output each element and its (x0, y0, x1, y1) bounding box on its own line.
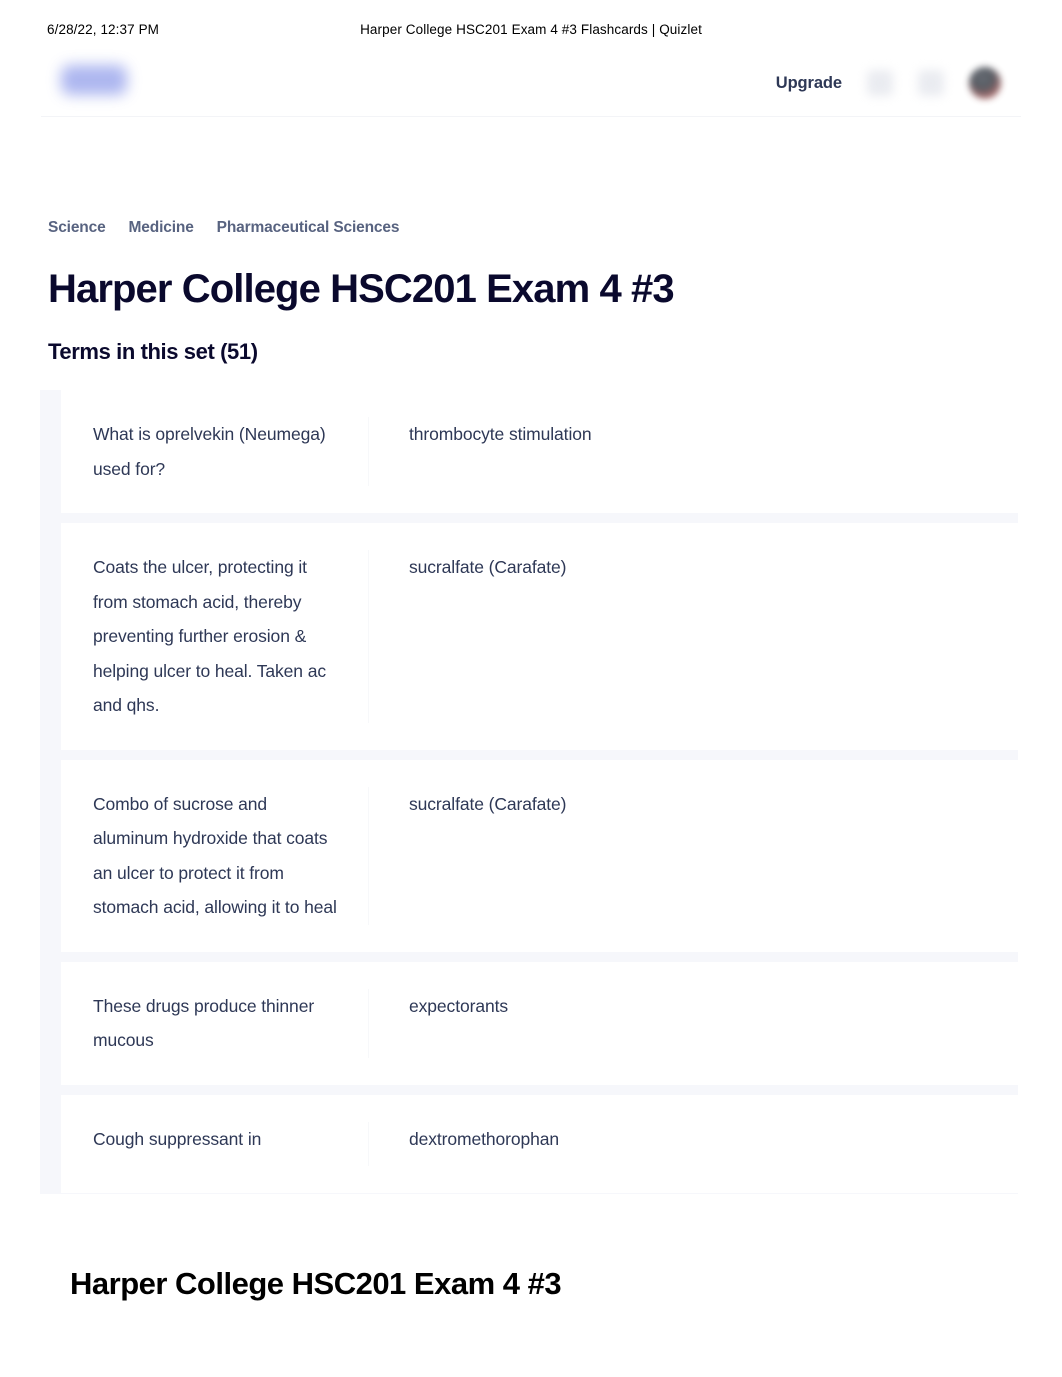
quizlet-logo[interactable] (61, 65, 127, 95)
term-cell: Coats the ulcer, protecting it from stom… (61, 550, 369, 723)
definition-cell: expectorants (369, 989, 1018, 1024)
term-text: What is oprelvekin (Neumega) used for? (93, 424, 326, 479)
definition-text: sucralfate (Carafate) (409, 557, 567, 577)
terms-list: What is oprelvekin (Neumega) used for? t… (40, 390, 1018, 1194)
term-text: Cough suppressant in (93, 1128, 262, 1149)
breadcrumb-item-medicine[interactable]: Medicine (129, 219, 194, 237)
term-row[interactable]: What is oprelvekin (Neumega) used for? t… (61, 390, 1018, 514)
breadcrumb-item-pharmaceutical-sciences[interactable]: Pharmaceutical Sciences (217, 219, 400, 237)
term-cell: What is oprelvekin (Neumega) used for? (61, 417, 369, 486)
term-text: Coats the ulcer, protecting it from stom… (93, 557, 326, 715)
term-row[interactable]: Combo of sucrose and aluminum hydroxide … (61, 750, 1018, 953)
notifications-icon[interactable] (918, 70, 944, 96)
definition-text: expectorants (409, 995, 508, 1016)
definition-cell: sucralfate (Carafate) (369, 787, 1018, 822)
print-header: 6/28/22, 12:37 PM Harper College HSC201 … (0, 22, 1062, 44)
definition-cell: dextromethorophan (369, 1122, 1018, 1157)
definition-text: sucralfate (Carafate) (409, 793, 567, 814)
page-title: Harper College HSC201 Exam 4 #3 (48, 267, 675, 311)
term-cell: These drugs produce thinner mucous (61, 988, 369, 1058)
bottom-set-title: Harper College HSC201 Exam 4 #3 (70, 1266, 562, 1301)
breadcrumb: Science Medicine Pharmaceutical Sciences (48, 219, 399, 237)
term-cell: Cough suppressant in (61, 1121, 369, 1166)
definition-text: dextromethorophan (409, 1128, 560, 1149)
definition-cell: thrombocyte stimulation (369, 417, 1018, 452)
print-page-title: Harper College HSC201 Exam 4 #3 Flashcar… (360, 22, 702, 37)
user-avatar[interactable] (969, 67, 1001, 99)
print-page: 6/28/22, 12:37 PM Harper College HSC201 … (0, 0, 1062, 1377)
search-icon[interactable] (867, 70, 893, 96)
breadcrumb-item-science[interactable]: Science (48, 219, 106, 237)
term-row[interactable]: These drugs produce thinner mucous expec… (61, 952, 1018, 1086)
term-text: Combo of sucrose and aluminum hydroxide … (93, 793, 337, 918)
upgrade-button[interactable]: Upgrade (776, 74, 842, 93)
definition-text: thrombocyte stimulation (409, 424, 592, 444)
term-text: These drugs produce thinner mucous (93, 995, 315, 1051)
site-navbar: Upgrade (41, 55, 1021, 117)
term-cell: Combo of sucrose and aluminum hydroxide … (61, 786, 369, 925)
terms-in-set-heading: Terms in this set (51) (48, 339, 258, 364)
term-row[interactable]: Cough suppressant in dextromethorophan (61, 1085, 1018, 1194)
term-row[interactable]: Coats the ulcer, protecting it from stom… (61, 514, 1018, 751)
definition-cell: sucralfate (Carafate) (369, 550, 1018, 585)
navbar-right-group: Upgrade (776, 61, 1001, 105)
